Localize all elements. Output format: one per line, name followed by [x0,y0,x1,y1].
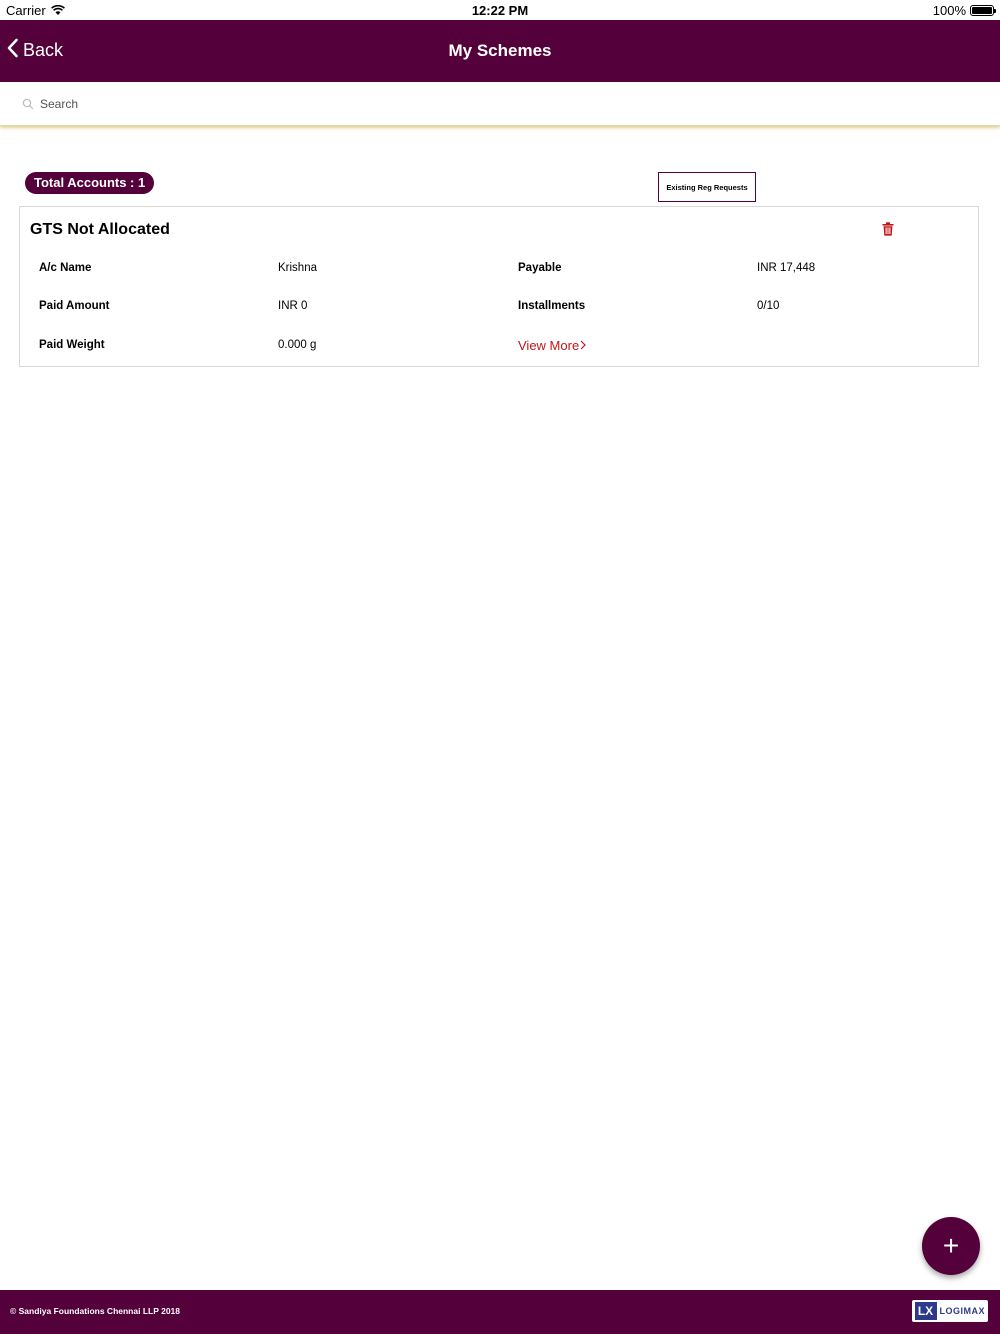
paid-amount-value: INR 0 [278,300,308,312]
search-icon [22,97,34,115]
back-label: Back [23,40,64,60]
plus-icon: + [942,1230,960,1261]
card-row-1: A/c Name Krishna Payable INR 17,448 [20,262,978,280]
ac-name-value: Krishna [278,262,317,274]
paid-weight-label: Paid Weight [39,339,105,351]
card-row-2: Paid Amount INR 0 Installments 0/10 [20,300,978,318]
existing-reg-requests-button[interactable]: Existing Reg Requests [658,172,756,202]
battery-icon [970,5,996,16]
paid-weight-value: 0.000 g [278,339,317,351]
nav-bar: Back My Schemes [0,20,1000,82]
installments-label: Installments [518,300,586,312]
logimax-logo: LX LOGIMAX [911,1300,988,1322]
view-more-label: View More [518,338,580,353]
scheme-card: GTS Not Allocated A/c Name Krishna Payab… [19,206,979,367]
payable-label: Payable [518,262,562,274]
back-button[interactable]: Back [6,38,63,63]
search-input[interactable] [40,92,940,116]
chevron-right-icon [580,338,587,353]
payable-value: INR 17,448 [757,262,816,274]
card-row-3: Paid Weight 0.000 g View More [20,338,978,357]
paid-amount-label: Paid Amount [39,300,110,312]
ac-name-label: A/c Name [39,262,92,274]
status-time: 12:22 PM [471,3,529,18]
copyright-text: © Sandiya Foundations Chennai LLP 2018 [10,1306,180,1316]
card-title: GTS Not Allocated [30,221,170,238]
battery-percent: 100% [932,3,966,18]
trash-icon[interactable] [882,222,894,241]
total-accounts-badge: Total Accounts : 1 [25,172,155,194]
page-title: My Schemes [448,41,552,60]
status-right: 100% [932,3,996,18]
view-more-link[interactable]: View More [518,338,587,353]
status-bar: Carrier 12:22 PM 100% [0,0,1000,20]
logo-mark: LX [914,1302,937,1320]
search-bar [0,82,1000,126]
logo-name: LOGIMAX [939,1306,985,1316]
footer: © Sandiya Foundations Chennai LLP 2018 L… [0,1290,1000,1334]
add-scheme-button[interactable]: + [922,1217,980,1275]
installments-value: 0/10 [757,300,780,312]
chevron-left-icon [6,38,19,63]
